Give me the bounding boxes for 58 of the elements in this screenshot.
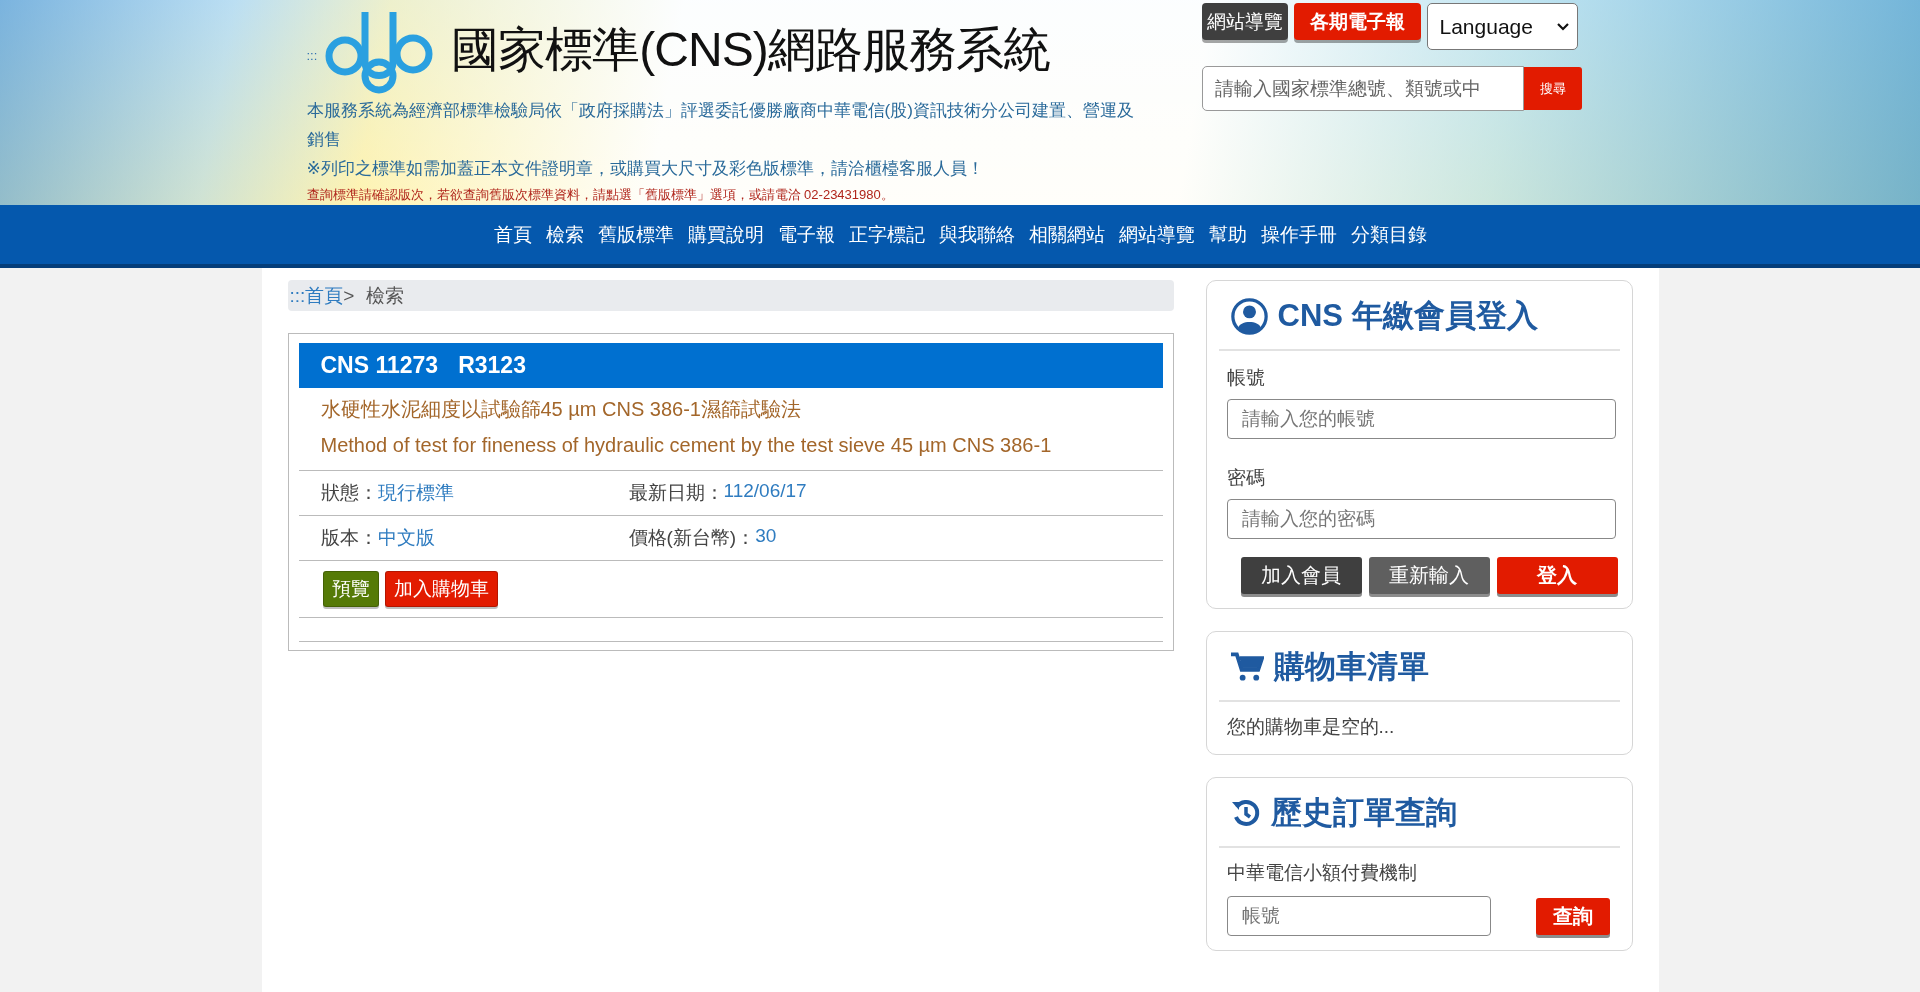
field-value: 112/06/17 xyxy=(723,480,807,503)
notice-text: 本服務系統為經濟部標準檢驗局依「政府採購法」評選委託優勝廠商中華電信(股)資訊技術分公司建置、營運及銷售 xyxy=(306,100,1135,151)
search-button[interactable]: 搜尋 xyxy=(1523,67,1582,110)
cart-empty-text: 您的購物車是空的... xyxy=(1225,715,1396,739)
field-label: 狀態： xyxy=(320,481,378,505)
nav-link[interactable]: 相關網站 xyxy=(1021,221,1112,248)
panel-title: 歷史訂單查詢 xyxy=(1270,794,1457,832)
login-panel-button[interactable]: 加入會員 xyxy=(1240,557,1362,594)
standard-title: 水硬性水泥細度以試驗篩45 µm CNS 386-1濕篩試驗法 xyxy=(319,397,802,422)
nav-link[interactable]: 幫助 xyxy=(1201,221,1254,248)
nav-link[interactable]: 首頁 xyxy=(486,221,539,248)
language-select[interactable]: Language xyxy=(1426,3,1578,50)
history-icon xyxy=(1230,798,1261,828)
nav-link[interactable]: 操作手冊 xyxy=(1253,221,1344,248)
account-field[interactable]: 帳號 xyxy=(1226,896,1491,936)
nav-link[interactable]: 網站導覽 xyxy=(1111,221,1202,248)
nav-link[interactable]: 電子報 xyxy=(770,221,842,248)
account-field[interactable]: 請輸入您的帳號 xyxy=(1226,399,1616,439)
field-label: 帳號 xyxy=(1225,366,1266,390)
login-panel-button[interactable]: 登入 xyxy=(1496,557,1618,594)
cart-icon xyxy=(1230,652,1264,682)
notice-text: ※列印之標準如需加蓋正本文件證明章，或購買大尺寸及彩色版標準，請洽櫃檯客服人員！ xyxy=(306,158,985,180)
panel-title: CNS 年繳會員登入 xyxy=(1277,297,1538,335)
field-value: 中文版 xyxy=(377,526,435,550)
header-button[interactable]: 網站導覽 xyxy=(1201,3,1288,40)
accesskey-link[interactable]: ::: xyxy=(306,47,318,63)
field-value: 現行標準 xyxy=(377,481,454,505)
breadcrumb-link[interactable]: 首頁 xyxy=(305,282,344,309)
nav-link[interactable]: 分類目錄 xyxy=(1343,221,1434,248)
add-to-cart-button[interactable]: 加入購物車 xyxy=(384,571,498,607)
query-button[interactable]: 查詢 xyxy=(1535,897,1610,935)
accesskey-link[interactable]: ::: xyxy=(289,284,306,307)
standard-title: Method of test for fineness of hydraulic cement by the test sieve 45 µm CNS 386-1 xyxy=(319,433,1053,458)
field-label: 密碼 xyxy=(1225,466,1266,490)
panel-title: 購物車清單 xyxy=(1273,648,1429,686)
search-field[interactable]: 請輸入國家標準總號、類號或中 xyxy=(1201,66,1524,111)
nav-link[interactable]: 與我聯絡 xyxy=(931,221,1022,248)
preview-button[interactable]: 預覽 xyxy=(322,571,379,607)
breadcrumb-separator: > xyxy=(343,284,355,307)
user-icon xyxy=(1230,297,1268,335)
nav-link[interactable]: 購買說明 xyxy=(680,221,771,248)
site-title: 國家標準(CNS)網路服務系統 xyxy=(451,22,1050,78)
login-panel-button[interactable]: 重新輸入 xyxy=(1368,557,1490,594)
password-field[interactable]: 請輸入您的密碼 xyxy=(1226,499,1616,539)
class-number: R3123 xyxy=(458,352,526,379)
nav-link[interactable]: 檢索 xyxy=(538,221,591,248)
field-value: 30 xyxy=(755,525,777,548)
chevron-icon xyxy=(1556,22,1569,31)
standard-code: CNS 11273 xyxy=(320,352,439,379)
field-label: 中華電信小額付費機制 xyxy=(1225,861,1418,885)
field-label: 價格(新台幣)： xyxy=(628,526,756,550)
nav-link[interactable]: 正字標記 xyxy=(841,221,932,248)
header-button[interactable]: 各期電子報 xyxy=(1293,3,1421,40)
field-label: 最新日期： xyxy=(628,481,724,505)
breadcrumb-current: 檢索 xyxy=(366,283,405,308)
nav-link[interactable]: 舊版標準 xyxy=(590,221,681,248)
field-label: 版本： xyxy=(320,526,378,550)
notice-text: 查詢標準請確認版次，若欲查詢舊版次標準資料，請點選「舊版標準」選項，或請電洽 02-23431980。 xyxy=(306,186,895,204)
